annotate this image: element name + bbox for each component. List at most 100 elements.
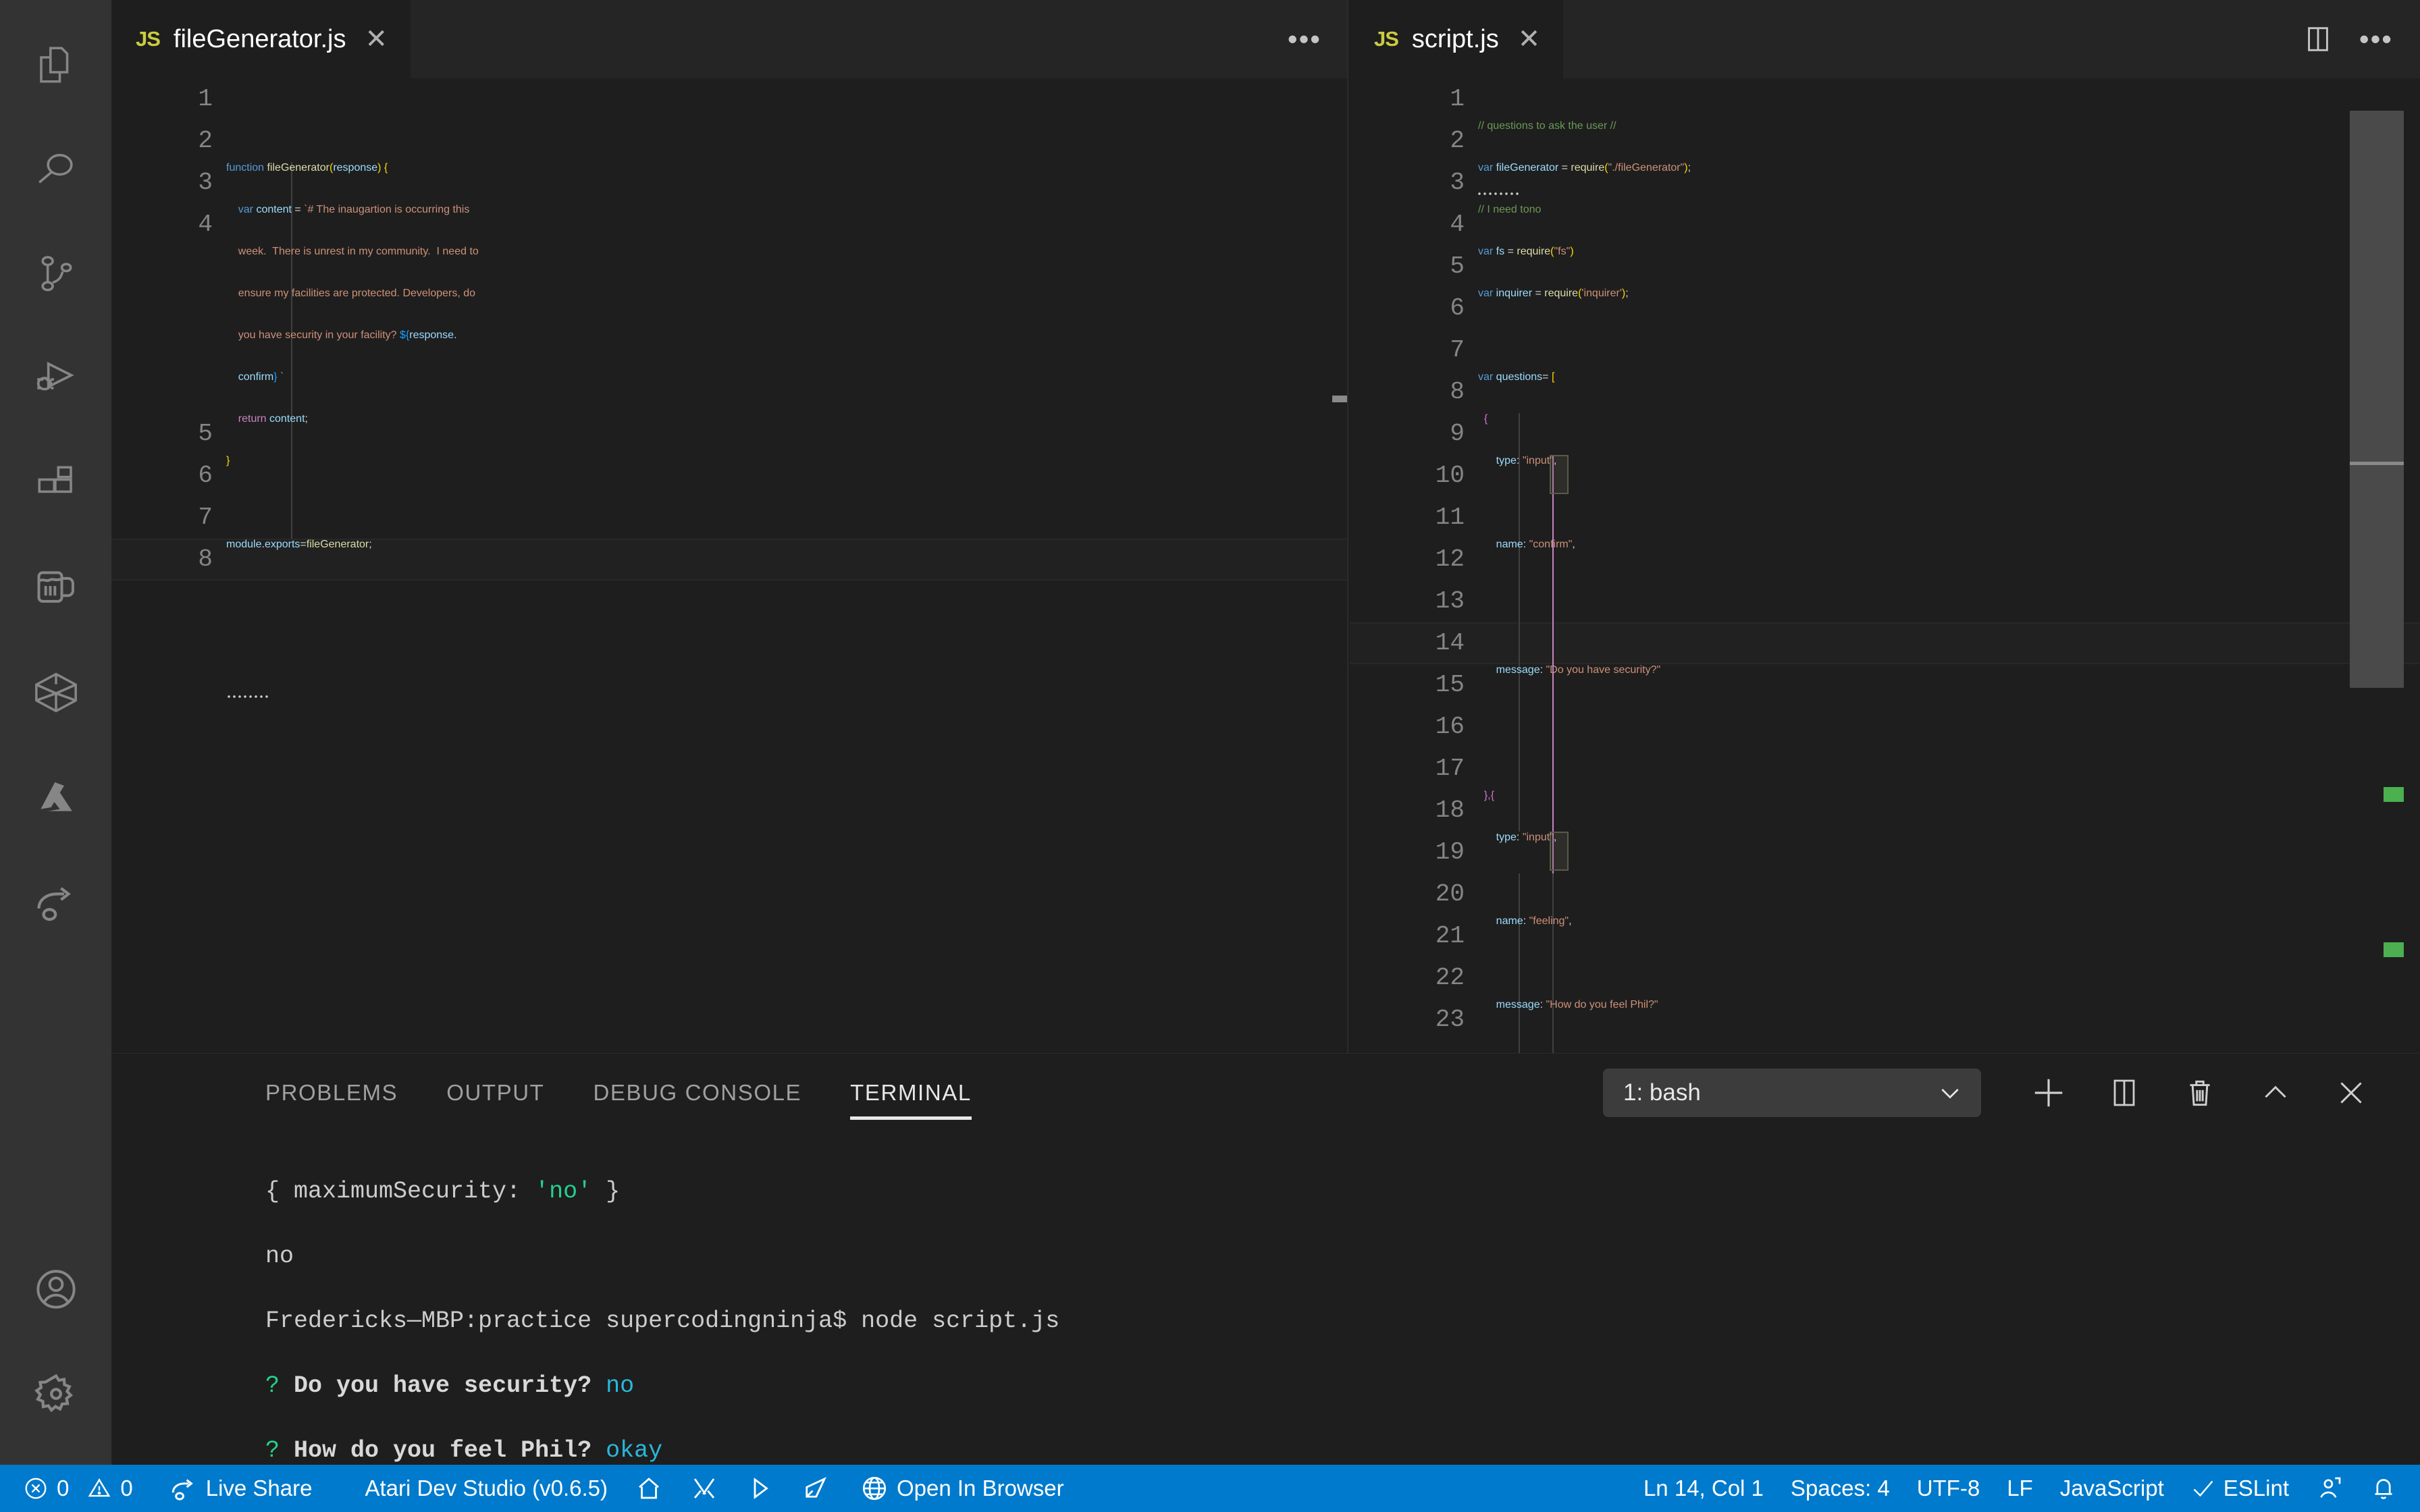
status-bar: 0 0 Live Share Atari Dev Studio (v0.6.5) — [0, 1465, 2420, 1512]
bell-icon — [2370, 1475, 2397, 1502]
atari-run-button[interactable] — [732, 1465, 787, 1512]
tab-problems[interactable]: PROBLEMS — [265, 1054, 422, 1132]
warning-count: 0 — [120, 1476, 132, 1501]
chevron-down-icon — [1937, 1079, 1964, 1106]
check-icon — [2191, 1476, 2215, 1501]
terminal-line: no — [265, 1240, 2420, 1272]
notifications-status[interactable] — [2357, 1465, 2420, 1512]
close-icon[interactable]: ✕ — [1518, 26, 1541, 53]
eol-status[interactable]: LF — [1993, 1465, 2047, 1512]
editor-groups: JS fileGenerator.js ✕ ••• 1 2 — [111, 0, 2420, 1053]
panel: PROBLEMS OUTPUT DEBUG CONSOLE TERMINAL 1… — [111, 1053, 2420, 1465]
panel-header: PROBLEMS OUTPUT DEBUG CONSOLE TERMINAL 1… — [111, 1054, 2420, 1132]
tab-label: script.js — [1412, 25, 1499, 54]
sidebar-item-source-control[interactable] — [0, 221, 111, 326]
atari-dev-studio-label: Atari Dev Studio (v0.6.5) — [365, 1476, 608, 1501]
tab-label: fileGenerator.js — [174, 25, 346, 54]
new-terminal-button[interactable] — [2011, 1055, 2086, 1131]
feedback-status[interactable] — [2303, 1465, 2357, 1512]
sidebar-item-search[interactable] — [0, 117, 111, 221]
tab-bar-actions-right: ••• — [2303, 0, 2420, 78]
sidebar-item-beer[interactable] — [0, 535, 111, 640]
sidebar-item-accounts[interactable] — [0, 1237, 111, 1341]
editor-group-divider — [1347, 0, 1348, 1053]
tab-script-js[interactable]: JS script.js ✕ — [1350, 0, 1564, 78]
sidebar-item-explorer[interactable] — [0, 12, 111, 117]
globe-icon — [860, 1474, 889, 1503]
sidebar-item-extensions[interactable] — [0, 431, 111, 535]
tab-bar-actions-left: ••• — [1288, 0, 1348, 78]
js-file-icon: JS — [1374, 27, 1398, 51]
terminal-select-value: 1: bash — [1623, 1079, 1701, 1106]
tab-output[interactable]: OUTPUT — [422, 1054, 569, 1132]
activity-bar — [0, 0, 111, 1465]
atari-welcome-button[interactable] — [787, 1465, 843, 1512]
open-in-browser-status[interactable]: Open In Browser — [843, 1465, 1078, 1512]
eslint-status[interactable]: ESLint — [2178, 1465, 2303, 1512]
code-content-right: // questions to ask the user // var file… — [1478, 78, 2420, 1041]
problems-status[interactable]: 0 0 — [9, 1465, 147, 1512]
more-actions-icon[interactable]: ••• — [1288, 34, 1321, 45]
tab-debug-console[interactable]: DEBUG CONSOLE — [569, 1054, 826, 1132]
atari-dev-studio-status[interactable]: Atari Dev Studio (v0.6.5) — [325, 1465, 621, 1512]
vertical-scrollbar-left[interactable] — [1332, 78, 1348, 1053]
more-actions-icon[interactable]: ••• — [2359, 34, 2393, 45]
eslint-label: ESLint — [2224, 1476, 2289, 1501]
terminal-output[interactable]: { maximumSecurity: 'no' } no Fredericks—… — [111, 1132, 2420, 1465]
live-share-status[interactable]: Live Share — [147, 1465, 326, 1512]
panel-actions: 1: bash — [1603, 1055, 2389, 1131]
editor-group-left: JS fileGenerator.js ✕ ••• 1 2 — [111, 0, 1348, 1053]
minimap-right[interactable] — [2350, 78, 2404, 1053]
minimap-left[interactable] — [1278, 78, 1332, 1053]
vertical-scrollbar-right[interactable] — [2404, 78, 2420, 1053]
sidebar-item-settings[interactable] — [0, 1341, 111, 1446]
live-share-icon — [169, 1474, 198, 1503]
editor-group-right: JS script.js ✕ ••• — [1350, 0, 2420, 1053]
split-terminal-button[interactable] — [2086, 1055, 2162, 1131]
code-editor-right[interactable]: 123 456 789 101112 131415 161718 192021 … — [1350, 78, 2420, 1053]
atari-tools-button[interactable] — [677, 1465, 732, 1512]
editor-area: JS fileGenerator.js ✕ ••• 1 2 — [111, 0, 2420, 1465]
terminal-select[interactable]: 1: bash — [1603, 1069, 1981, 1117]
close-panel-button[interactable] — [2313, 1055, 2389, 1131]
home-icon — [635, 1474, 663, 1503]
tab-bar-filler — [1564, 0, 2303, 78]
kill-terminal-button[interactable] — [2162, 1055, 2238, 1131]
tab-bar-right: JS script.js ✕ ••• — [1350, 0, 2420, 78]
live-share-label: Live Share — [206, 1476, 313, 1501]
code-content-left: function fileGenerator(response) { var c… — [226, 78, 1348, 580]
rocket-icon — [801, 1474, 829, 1503]
tab-terminal[interactable]: TERMINAL — [826, 1054, 996, 1132]
tab-fileGenerator-js[interactable]: JS fileGenerator.js ✕ — [111, 0, 411, 78]
feedback-icon — [2316, 1475, 2343, 1502]
error-icon — [23, 1476, 49, 1501]
sidebar-item-live-share[interactable] — [0, 849, 111, 954]
language-mode-status[interactable]: JavaScript — [2047, 1465, 2178, 1512]
indentation-status[interactable]: Spaces: 4 — [1777, 1465, 1903, 1512]
sidebar-item-azure[interactable] — [0, 745, 111, 849]
code-editor-left[interactable]: 1 2 3 4 5 6 7 8 function fileGenerator(r… — [111, 78, 1348, 1053]
sidebar-item-dice[interactable] — [0, 640, 111, 745]
atari-home-button[interactable] — [621, 1465, 677, 1512]
error-count: 0 — [57, 1476, 69, 1501]
terminal-line: ? How do you feel Phil? okay — [265, 1434, 2420, 1465]
terminal-line: { maximumSecurity: 'no' } — [265, 1175, 2420, 1208]
panel-tabs: PROBLEMS OUTPUT DEBUG CONSOLE TERMINAL — [265, 1054, 996, 1132]
terminal-line: ? Do you have security? no — [265, 1370, 2420, 1402]
open-in-browser-label: Open In Browser — [897, 1476, 1064, 1501]
js-file-icon: JS — [136, 27, 160, 51]
tools-icon — [690, 1474, 718, 1503]
error-squiggle — [226, 693, 269, 698]
maximize-panel-button[interactable] — [2238, 1055, 2313, 1131]
split-editor-icon[interactable] — [2303, 24, 2334, 55]
workbench: JS fileGenerator.js ✕ ••• 1 2 — [0, 0, 2420, 1465]
tab-bar-left: JS fileGenerator.js ✕ ••• — [111, 0, 1348, 78]
play-icon — [745, 1474, 774, 1503]
sidebar-item-run-and-debug[interactable] — [0, 326, 111, 431]
close-icon[interactable]: ✕ — [365, 26, 388, 53]
encoding-status[interactable]: UTF-8 — [1903, 1465, 1994, 1512]
tab-bar-filler — [411, 0, 1288, 78]
cursor-position-status[interactable]: Ln 14, Col 1 — [1630, 1465, 1777, 1512]
terminal-line: Fredericks—MBP:practice supercodingninja… — [265, 1305, 2420, 1337]
minimap-change-marker — [2384, 787, 2404, 802]
